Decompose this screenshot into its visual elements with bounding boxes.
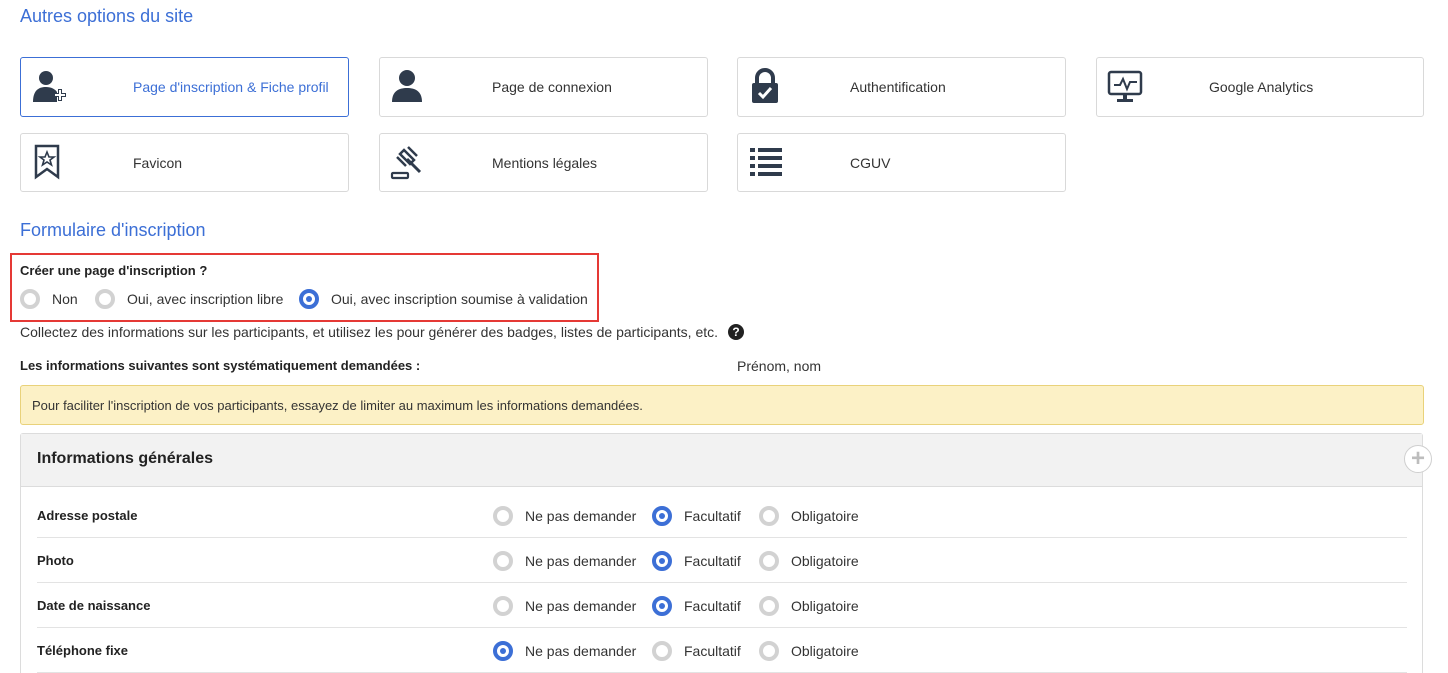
radio[interactable] <box>759 596 779 616</box>
option-label: Ne pas demander <box>525 643 637 659</box>
radio[interactable] <box>759 641 779 661</box>
registration-question: Créer une page d'inscription ? <box>20 263 208 278</box>
info-alert: Pour faciliter l'inscription de vos part… <box>20 385 1424 425</box>
row-label: Adresse postale <box>37 508 138 523</box>
option-ne-pas-demander[interactable]: Ne pas demander <box>493 506 636 526</box>
radio[interactable] <box>759 506 779 526</box>
site-options-title: Autres options du site <box>20 6 194 26</box>
option-obligatoire[interactable]: Obligatoire <box>759 551 859 571</box>
card-registration-profile[interactable]: Page d'inscription & Fiche profil <box>20 57 349 117</box>
card-label: Page d'inscription & Fiche profil <box>133 79 329 95</box>
card-favicon[interactable]: Favicon <box>20 133 349 192</box>
card-label: Favicon <box>133 154 183 171</box>
option-label: Obligatoire <box>791 643 859 659</box>
card-label: Page de connexion <box>492 79 612 95</box>
option-facultatif[interactable]: Facultatif <box>652 551 741 571</box>
card-login-page[interactable]: Page de connexion <box>379 57 708 117</box>
row-label: Date de naissance <box>37 598 151 613</box>
plus-icon[interactable]: + <box>1404 445 1432 473</box>
option-label: Ne pas demander <box>525 553 637 569</box>
radio[interactable] <box>493 596 513 616</box>
registration-description: Collectez des informations sur les parti… <box>20 324 745 340</box>
option-facultatif[interactable]: Facultatif <box>652 596 741 616</box>
general-info-panel: Informations générales + Adresse postale… <box>20 433 1432 673</box>
radio-free[interactable] <box>95 289 115 309</box>
system-info-label: Les informations suivantes sont systémat… <box>20 358 421 373</box>
radio[interactable] <box>493 551 513 571</box>
question-circle-icon[interactable]: ? <box>728 324 745 340</box>
radio-option-non[interactable]: Non <box>20 289 78 309</box>
table-row: Téléphone fixe Ne pas demander Facultati… <box>37 628 1407 673</box>
table-row: Date de naissance Ne pas demander Facult… <box>37 583 1407 628</box>
radio-non[interactable] <box>20 289 40 309</box>
alert-text: Pour faciliter l'inscription de vos part… <box>32 397 643 413</box>
radio-label: Oui, avec inscription libre <box>127 291 284 307</box>
monitor-chart-icon <box>1107 68 1145 106</box>
option-facultatif[interactable]: Facultatif <box>652 506 741 526</box>
system-info-value: Prénom, nom <box>737 358 822 374</box>
radio-validation[interactable] <box>299 289 319 309</box>
description-text: Collectez des informations sur les parti… <box>20 324 719 340</box>
option-label: Facultatif <box>684 553 741 569</box>
option-label: Obligatoire <box>791 508 859 524</box>
row-label: Téléphone fixe <box>37 643 129 658</box>
card-label: Authentification <box>850 79 946 95</box>
option-facultatif[interactable]: Facultatif <box>652 641 741 661</box>
radio[interactable] <box>759 551 779 571</box>
table-row: Adresse postale Ne pas demander Facultat… <box>37 493 1407 538</box>
user-plus-icon <box>31 68 69 106</box>
card-label: CGUV <box>850 154 891 171</box>
bookmark-star-icon <box>31 144 69 182</box>
radio[interactable] <box>652 551 672 571</box>
option-label: Obligatoire <box>791 553 859 569</box>
gavel-icon <box>390 144 428 182</box>
option-obligatoire[interactable]: Obligatoire <box>759 596 859 616</box>
radio-option-free[interactable]: Oui, avec inscription libre <box>95 289 283 309</box>
option-label: Facultatif <box>684 643 741 659</box>
card-legal-notices[interactable]: Mentions légales <box>379 133 708 192</box>
radio[interactable] <box>652 506 672 526</box>
option-obligatoire[interactable]: Obligatoire <box>759 641 859 661</box>
user-icon <box>390 68 428 106</box>
card-cguv[interactable]: CGUV <box>737 133 1066 192</box>
option-obligatoire[interactable]: Obligatoire <box>759 506 859 526</box>
radio-label: Oui, avec inscription soumise à validati… <box>331 291 588 307</box>
option-label: Obligatoire <box>791 598 859 614</box>
radio[interactable] <box>493 641 513 661</box>
option-label: Ne pas demander <box>525 508 637 524</box>
option-ne-pas-demander[interactable]: Ne pas demander <box>493 596 636 616</box>
registration-form-title: Formulaire d'inscription <box>20 220 206 240</box>
option-ne-pas-demander[interactable]: Ne pas demander <box>493 641 636 661</box>
radio-label: Non <box>52 291 78 307</box>
radio[interactable] <box>652 641 672 661</box>
lock-check-icon <box>748 68 786 106</box>
table-row: Photo Ne pas demander Facultatif Obligat… <box>37 538 1407 583</box>
option-ne-pas-demander[interactable]: Ne pas demander <box>493 551 636 571</box>
radio-option-validation[interactable]: Oui, avec inscription soumise à validati… <box>299 289 588 309</box>
radio[interactable] <box>493 506 513 526</box>
radio[interactable] <box>652 596 672 616</box>
card-label: Google Analytics <box>1209 79 1314 95</box>
card-authentication[interactable]: Authentification <box>737 57 1066 117</box>
card-label: Mentions légales <box>492 154 598 171</box>
card-google-analytics[interactable]: Google Analytics <box>1096 57 1424 117</box>
row-label: Photo <box>37 553 74 568</box>
option-label: Ne pas demander <box>525 598 637 614</box>
list-icon <box>748 144 786 182</box>
panel-title: Informations générales <box>37 450 214 467</box>
option-label: Facultatif <box>684 508 741 524</box>
option-label: Facultatif <box>684 598 741 614</box>
panel-header: Informations générales + <box>21 434 1432 487</box>
